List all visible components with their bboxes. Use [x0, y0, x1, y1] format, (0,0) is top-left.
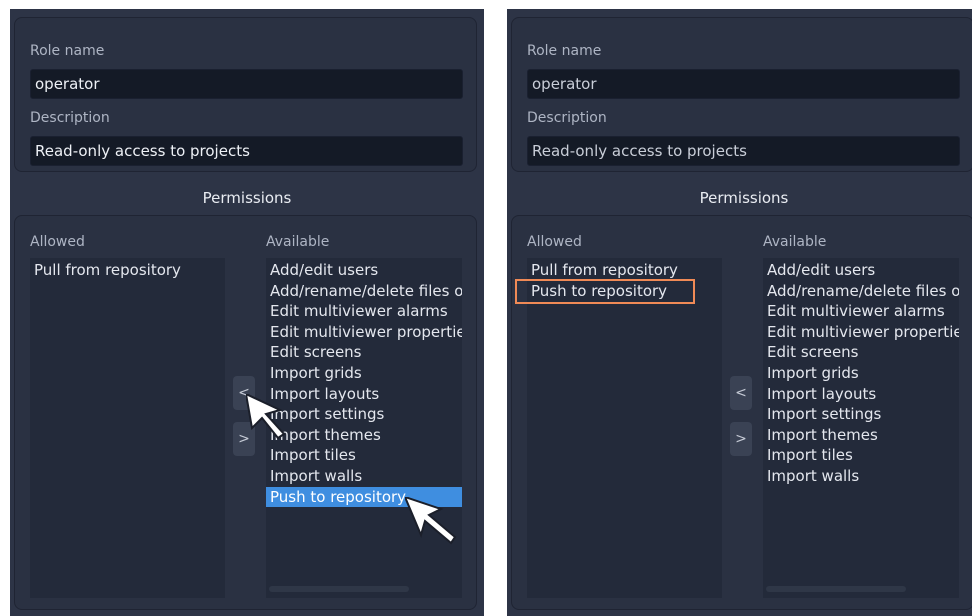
permissions-title: Permissions [699, 189, 789, 207]
role-name-field[interactable]: operator [30, 69, 463, 99]
role-editor-panel-before: Role name operator Description Read-only… [10, 9, 484, 616]
list-item[interactable]: Add/rename/delete files o [266, 281, 462, 302]
list-item[interactable]: Edit multiviewer alarms [763, 301, 959, 322]
description-label: Description [30, 110, 110, 126]
list-item[interactable]: Import tiles [763, 445, 959, 466]
horizontal-scrollbar[interactable] [269, 586, 409, 592]
list-item[interactable]: Import settings [763, 404, 959, 425]
permissions-group: Allowed Available Pull from repository <… [14, 215, 477, 610]
role-name-label: Role name [30, 43, 105, 59]
list-item[interactable]: Import walls [266, 466, 462, 487]
move-to-allowed-button[interactable]: < [730, 376, 752, 410]
allowed-list[interactable]: Pull from repository [30, 258, 225, 598]
list-item[interactable]: Import themes [266, 425, 462, 446]
move-to-available-button[interactable]: > [730, 422, 752, 456]
available-label: Available [763, 234, 827, 250]
available-list[interactable]: Add/edit users Add/rename/delete files o… [763, 258, 959, 598]
list-item[interactable]: Add/rename/delete files o [763, 281, 959, 302]
list-item-highlighted[interactable]: Push to repository [515, 278, 722, 304]
list-item[interactable]: Import grids [266, 363, 462, 384]
list-item[interactable]: Edit multiviewer properties [266, 322, 462, 343]
allowed-label: Allowed [30, 234, 85, 250]
role-details-group: Role name operator Description Read-only… [511, 17, 972, 172]
list-item[interactable]: Import settings [266, 404, 462, 425]
move-to-available-button[interactable]: > [233, 422, 255, 456]
list-item[interactable]: Add/edit users [266, 260, 462, 281]
role-name-field[interactable]: operator [527, 69, 960, 99]
list-item[interactable]: Import tiles [266, 445, 462, 466]
list-item[interactable]: Import grids [763, 363, 959, 384]
list-item[interactable]: Edit multiviewer alarms [266, 301, 462, 322]
available-list[interactable]: Add/edit users Add/rename/delete files o… [266, 258, 462, 598]
list-item[interactable]: Import themes [763, 425, 959, 446]
list-item[interactable]: Edit screens [266, 342, 462, 363]
permissions-group: Allowed Available Pull from repository P… [511, 215, 972, 610]
list-item[interactable]: Import layouts [763, 384, 959, 405]
permissions-title: Permissions [202, 189, 292, 207]
move-to-allowed-button[interactable]: < [233, 376, 255, 410]
list-item[interactable]: Import walls [763, 466, 959, 487]
list-item[interactable]: Pull from repository [30, 260, 225, 281]
list-item[interactable]: Edit screens [763, 342, 959, 363]
description-label: Description [527, 110, 607, 126]
list-item[interactable]: Add/edit users [763, 260, 959, 281]
role-details-group: Role name operator Description Read-only… [14, 17, 477, 172]
list-item[interactable]: Edit multiviewer properties [763, 322, 959, 343]
role-editor-panel-after: Role name operator Description Read-only… [507, 9, 972, 616]
description-field[interactable]: Read-only access to projects [527, 136, 960, 166]
horizontal-scrollbar[interactable] [766, 586, 906, 592]
role-name-label: Role name [527, 43, 602, 59]
available-label: Available [266, 234, 330, 250]
list-item-label: Push to repository [531, 281, 668, 300]
list-item[interactable]: Pull from repository [527, 260, 722, 281]
list-item[interactable]: Import layouts [266, 384, 462, 405]
allowed-list[interactable]: Pull from repository Push to repository [515, 258, 722, 598]
list-item-selected[interactable]: Push to repository [266, 486, 462, 508]
description-field[interactable]: Read-only access to projects [30, 136, 463, 166]
allowed-label: Allowed [527, 234, 582, 250]
